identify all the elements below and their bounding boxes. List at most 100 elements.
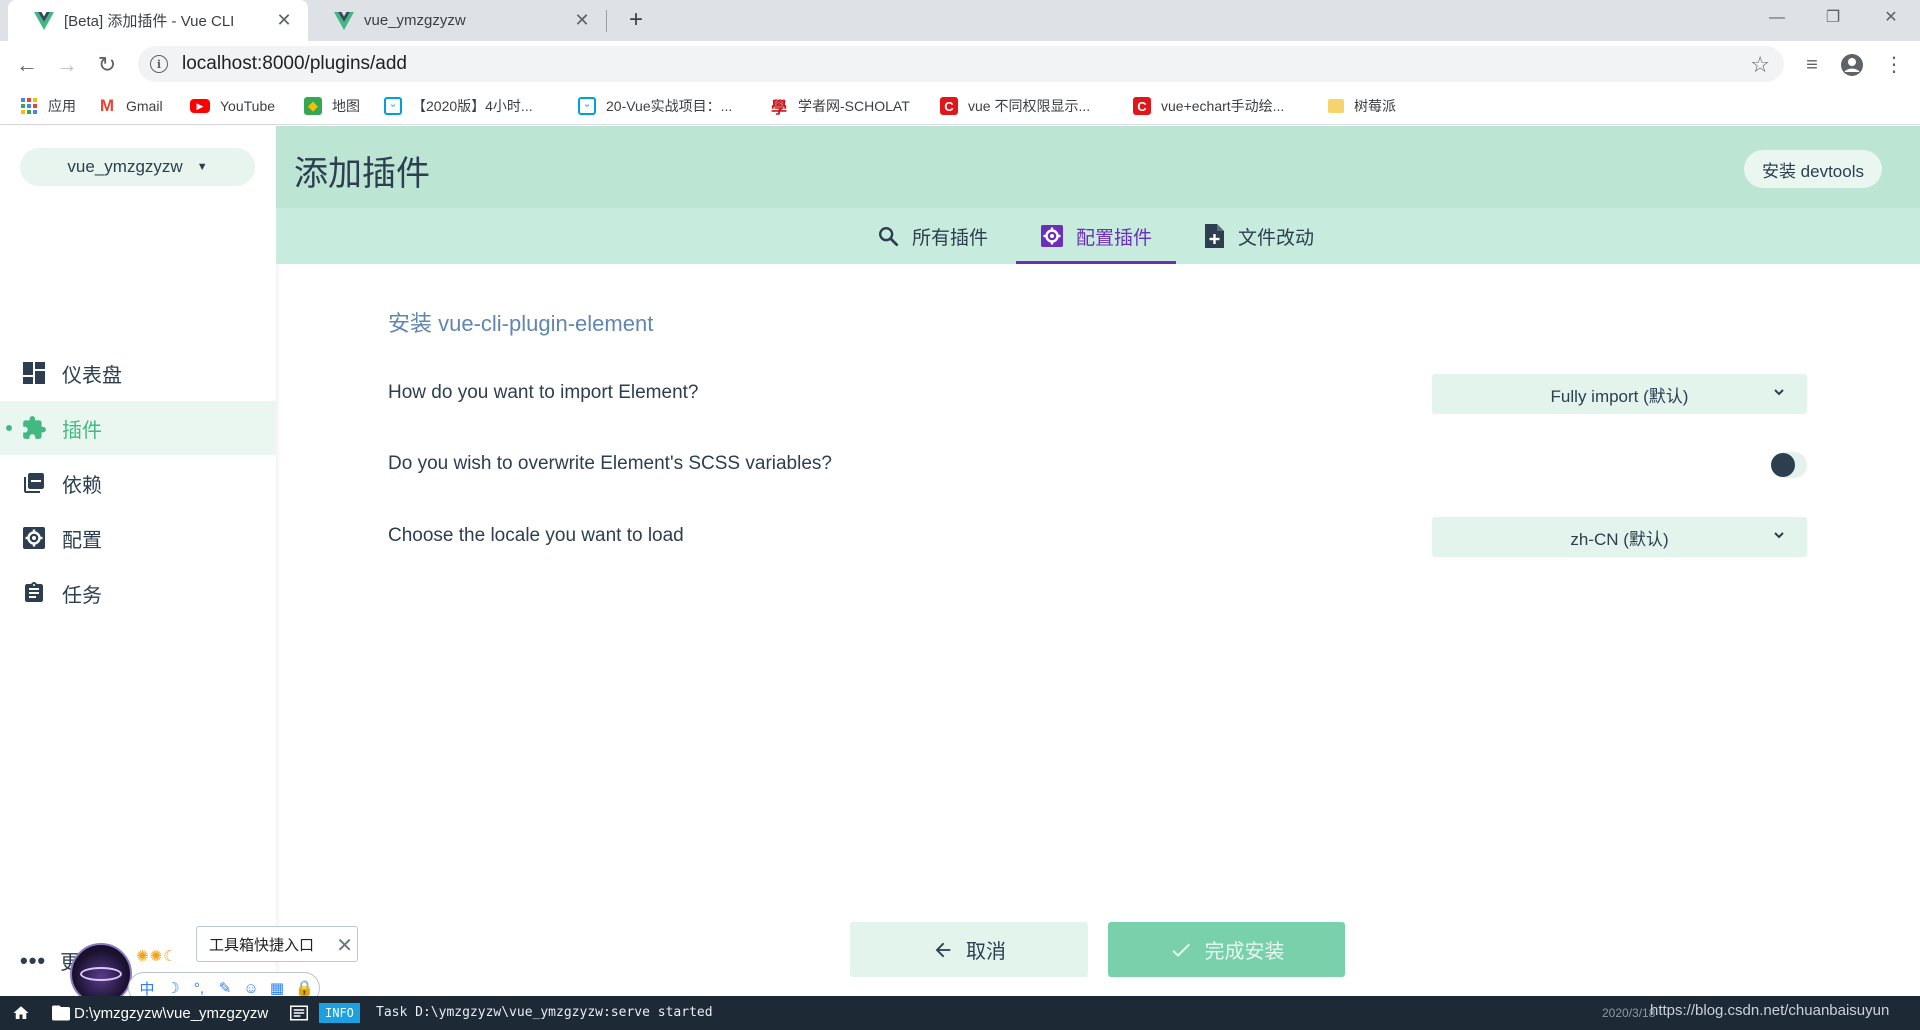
reload-icon[interactable]: ↻ — [94, 52, 120, 78]
bookmark-label: vue 不同权限显示... — [968, 98, 1091, 114]
close-tab-icon[interactable]: ✕ — [572, 10, 592, 31]
settings-icon — [20, 524, 48, 552]
finish-install-button[interactable]: 完成安装 — [1108, 922, 1345, 977]
bookmark-label: vue+echart手动绘... — [1161, 98, 1285, 114]
bookmark-label: 应用 — [48, 98, 76, 114]
tooltip-text: 工具箱快捷入口 — [209, 936, 315, 954]
library-icon — [20, 469, 48, 497]
file-plus-icon — [1202, 224, 1226, 248]
vue-logo-icon — [334, 11, 354, 30]
puzzle-icon — [20, 414, 48, 442]
bookmarks-bar: 应用 M Gmail ▶ YouTube ◆ 地图 ᵕ 【2020版】4小时..… — [0, 87, 1920, 125]
bookmark-youtube[interactable]: ▶ YouTube — [190, 95, 275, 117]
install-plugin-title: 安装 vue-cli-plugin-element — [388, 311, 654, 336]
close-icon[interactable]: ✕ — [336, 933, 353, 958]
tab-all-plugins[interactable]: 所有插件 — [876, 208, 988, 264]
select-value: Fully import (默认) — [1550, 386, 1689, 406]
bookmark-label: 【2020版】4小时... — [412, 98, 533, 114]
bookmark-label: 地图 — [332, 98, 360, 114]
import-mode-select[interactable]: Fully import (默认) — [1432, 374, 1807, 414]
bookmark-folder-raspberry[interactable]: 树莓派 — [1328, 95, 1396, 117]
bookmark-label: 学者网-SCHOLAT — [798, 98, 910, 114]
tab-file-changes[interactable]: 文件改动 — [1202, 208, 1314, 264]
tab-label: 所有插件 — [912, 227, 989, 249]
bookmark-csdn-1[interactable]: C vue 不同权限显示... — [940, 95, 1090, 117]
install-devtools-button[interactable]: 安装 devtools — [1743, 150, 1882, 188]
arrow-left-icon — [935, 942, 951, 957]
forward-arrow-icon[interactable]: → — [54, 52, 80, 78]
bookmark-scholat[interactable]: 學 学者网-SCHOLAT — [770, 95, 910, 117]
punctuation-icon[interactable]: °, — [191, 980, 207, 997]
bookmark-maps[interactable]: ◆ 地图 — [304, 95, 360, 117]
browser-tab-vue-cli[interactable]: [Beta] 添加插件 - Vue CLI ✕ — [8, 0, 308, 41]
bilibili-icon: ᵕ — [384, 97, 402, 115]
chevron-down-icon — [1774, 532, 1784, 539]
minimize-icon[interactable]: — — [1762, 6, 1792, 30]
sidebar-item-label: 配置 — [62, 529, 102, 552]
select-value: zh-CN (默认) — [1570, 529, 1669, 549]
bookmark-label: 20-Vue实战项目：... — [606, 98, 733, 114]
restore-icon[interactable]: ❐ — [1818, 6, 1848, 30]
cancel-label: 取消 — [966, 941, 1006, 963]
chevron-down-icon — [1774, 389, 1784, 396]
sidebar: vue_ymzgzyzw ▼ 仪表盘 插件 依赖 配置 任务 ••• 更 — [0, 126, 276, 996]
bookmark-bilibili-2[interactable]: ᵕ 20-Vue实战项目：... — [578, 95, 732, 117]
grid-icon[interactable]: ▦ — [269, 979, 285, 997]
project-selector[interactable]: vue_ymzgzyzw ▼ — [20, 148, 255, 186]
sidebar-item-label: 插件 — [62, 419, 102, 442]
prompt-label-locale: Choose the locale you want to load — [388, 525, 684, 546]
sidebar-item-config[interactable]: 配置 — [0, 511, 276, 565]
lock-icon[interactable]: 🔒 — [295, 979, 314, 997]
bookmark-star-icon[interactable]: ☆ — [1750, 52, 1770, 78]
sidebar-item-plugins[interactable]: 插件 — [0, 401, 276, 455]
back-arrow-icon[interactable]: ← — [14, 52, 40, 78]
browser-toolbar: ← → ↻ i localhost:8000/plugins/add ☆ ≡ ⋮ — [0, 41, 1920, 87]
plugin-tabs: 所有插件 配置插件 文件改动 — [276, 208, 1920, 264]
sidebar-item-tasks[interactable]: 任务 — [0, 566, 276, 620]
chrome-menu-icon[interactable]: ⋮ — [1880, 51, 1908, 79]
bookmark-apps[interactable]: 应用 — [20, 95, 76, 117]
sidebar-item-dependencies[interactable]: 依赖 — [0, 456, 276, 510]
csdn-icon: C — [1133, 97, 1151, 115]
bookmark-label: 树莓派 — [1354, 98, 1396, 114]
project-path[interactable]: D:\ymzgzyzw\vue_ymzgzyzw — [74, 1005, 268, 1022]
emoji-icon[interactable]: ☺ — [243, 980, 259, 997]
folder-icon[interactable] — [52, 1005, 70, 1021]
address-url[interactable]: localhost:8000/plugins/add — [182, 53, 407, 75]
weather-icons: ✺✺☾ — [136, 948, 178, 965]
caret-down-icon: ▼ — [196, 161, 208, 173]
new-tab-icon[interactable]: + — [624, 8, 648, 32]
media-queue-icon[interactable]: ≡ — [1798, 51, 1826, 79]
profile-avatar-icon[interactable] — [1838, 51, 1866, 79]
browser-tab-strip: [Beta] 添加插件 - Vue CLI ✕ vue_ymzgzyzw ✕ +… — [0, 0, 1920, 41]
wrench-icon[interactable]: ✎ — [217, 979, 233, 997]
bookmark-csdn-2[interactable]: C vue+echart手动绘... — [1133, 95, 1284, 117]
bookmark-gmail[interactable]: M Gmail — [98, 95, 163, 117]
bookmark-bilibili-1[interactable]: ᵕ 【2020版】4小时... — [384, 95, 533, 117]
bookmark-label: YouTube — [220, 98, 276, 114]
watermark-text: https://blog.csdn.net/chuanbaisuyun — [1650, 1002, 1890, 1019]
sidebar-item-dashboard[interactable]: 仪表盘 — [0, 346, 276, 400]
window-close-icon[interactable]: ✕ — [1876, 6, 1906, 30]
tab-configure-plugin[interactable]: 配置插件 — [1016, 208, 1177, 264]
scss-overwrite-toggle[interactable] — [1771, 452, 1807, 478]
home-icon[interactable] — [12, 1004, 30, 1022]
browser-tab-project[interactable]: vue_ymzgzyzw ✕ — [308, 0, 606, 41]
locale-select[interactable]: zh-CN (默认) — [1432, 517, 1807, 557]
sidebar-item-label: 仪表盘 — [62, 364, 122, 387]
close-tab-icon[interactable]: ✕ — [274, 10, 294, 31]
browser-tab-title: [Beta] 添加插件 - Vue CLI — [64, 13, 235, 30]
browser-tab-title: vue_ymzgzyzw — [364, 12, 466, 29]
address-bar[interactable]: i localhost:8000/plugins/add ☆ — [138, 46, 1784, 82]
site-info-icon[interactable]: i — [150, 55, 168, 73]
tab-label: 文件改动 — [1238, 227, 1315, 249]
cancel-button[interactable]: 取消 — [850, 922, 1088, 977]
search-icon — [876, 224, 900, 248]
status-bar: D:\ymzgzyzw\vue_ymzgzyzw INFO Task D:\ym… — [0, 996, 1920, 1030]
clipboard-icon — [20, 579, 48, 607]
apps-grid-icon — [20, 97, 38, 115]
active-indicator-dot — [6, 425, 12, 431]
moon-icon[interactable]: ☽ — [165, 979, 181, 997]
console-log-icon[interactable] — [290, 1005, 308, 1021]
toggle-knob — [1771, 453, 1795, 477]
